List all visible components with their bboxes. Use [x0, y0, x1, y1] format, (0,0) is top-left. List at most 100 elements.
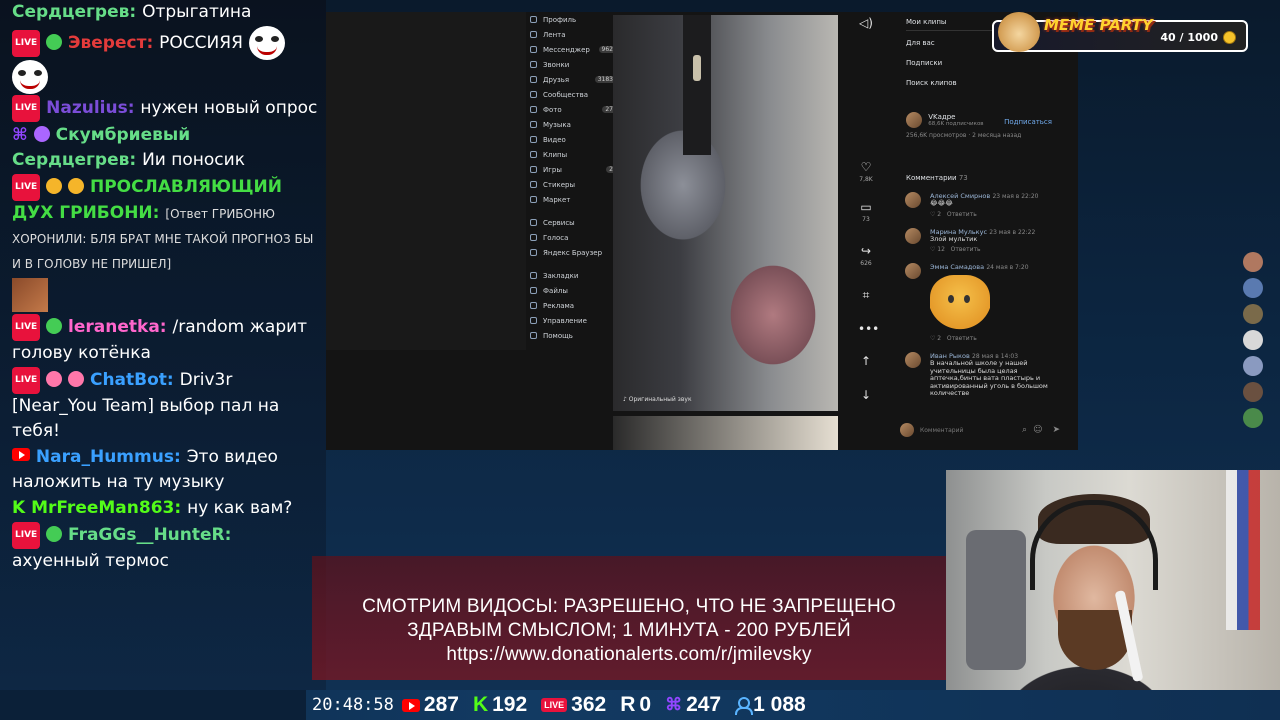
vk-menu-item[interactable]: Профиль — [530, 12, 618, 27]
viewer-avatar[interactable] — [1243, 278, 1263, 298]
doge-icon — [998, 12, 1040, 52]
vk-menu-item[interactable]: Фото 27 — [530, 102, 618, 117]
vk-menu-item[interactable]: Звонки — [530, 57, 618, 72]
vk-menu-item[interactable]: Мессенджер 962 — [530, 42, 618, 57]
comment: Эмма Самадова 24 мая в 7:20 ♡ 2 Ответить — [896, 263, 1066, 342]
emote-icon — [68, 371, 85, 387]
reply-button[interactable]: Ответить — [947, 211, 977, 218]
dislike-icon[interactable]: ⌗ — [858, 288, 874, 303]
vk-menu-item[interactable]: Музыка — [530, 117, 618, 132]
chat-text: Отрыгатина — [142, 2, 252, 22]
chat-text: нужен новый опрос — [140, 98, 318, 118]
clip-right-panel: Мои клипы Для вас Подписки Поиск клипов VKа… — [896, 12, 1066, 450]
vk-menu-item[interactable]: Голоса — [530, 230, 618, 245]
comment-icon[interactable]: ▭ 73 — [858, 200, 874, 223]
chat-username[interactable]: Эверест: — [68, 33, 153, 53]
viewer-avatar[interactable] — [1243, 330, 1263, 350]
chat-username[interactable]: FraGGs__HunteR: — [68, 525, 231, 545]
vk-menu-item[interactable]: Помощь — [530, 328, 618, 343]
vk-menu-item[interactable]: Стикеры — [530, 177, 618, 192]
vk-menu-label: Профиль — [543, 15, 577, 24]
meme-party-count: 40 / 1000 — [1160, 31, 1218, 44]
share-glyph: ↪ — [860, 244, 872, 258]
chat-username[interactable]: leranetka: — [68, 317, 167, 337]
comment-likes[interactable]: 2 — [937, 335, 941, 342]
vk-menu-item[interactable]: Реклама — [530, 298, 618, 313]
comment-likes[interactable]: 12 — [937, 246, 945, 253]
menu-item-icon — [530, 272, 537, 279]
arrow-down-icon[interactable]: ↓ — [858, 388, 874, 402]
channel-subs: 68,6K подписчиков — [928, 121, 984, 127]
emoji-icon[interactable]: ☺ — [1033, 425, 1042, 435]
vk-menu-label: Фото — [543, 105, 562, 114]
menu-item-icon — [530, 151, 537, 158]
more-icon[interactable]: ••• — [858, 322, 879, 336]
menu-item-icon — [530, 234, 537, 241]
kick-badge-icon: K — [12, 498, 26, 518]
clips-nav-link[interactable]: Подписки — [896, 53, 1066, 73]
vk-menu-label: Файлы — [543, 286, 568, 295]
like-count: 7,8K — [859, 176, 873, 183]
vk-menu-item[interactable]: Друзья 3183 — [530, 72, 618, 87]
stream-stats-bar: 20:48:58 287 K 192 LIVE 362 R0 ⌘ 247 1 088 — [0, 690, 1280, 720]
vk-menu-label: Видео — [543, 135, 566, 144]
vk-menu-item[interactable]: Маркет — [530, 192, 618, 207]
comment-input[interactable]: Комментарий — [920, 427, 1022, 434]
clip-video[interactable]: ♪ Оригинальный звук — [613, 15, 838, 411]
chat-message: LIVE FraGGs__HunteR: ахуенный термос — [12, 522, 320, 574]
send-icon[interactable]: ➤ — [1052, 425, 1060, 435]
chat-username[interactable]: MrFreeMan863: — [31, 498, 181, 518]
vk-menu-item[interactable]: Лента — [530, 27, 618, 42]
comment-avatar[interactable] — [905, 192, 921, 208]
channel-avatar[interactable] — [906, 112, 922, 128]
chat-username[interactable]: Nazulius: — [46, 98, 134, 118]
subscribe-button[interactable]: Подписаться — [1004, 118, 1052, 126]
share-icon[interactable]: ↪ 626 — [858, 244, 874, 267]
viewer-avatar[interactable] — [1243, 304, 1263, 324]
comment: Иван Рыков 28 мая в 14:03 В начальной шко… — [896, 352, 1066, 398]
kick-icon: K — [472, 693, 489, 716]
viewer-avatar[interactable] — [1243, 382, 1263, 402]
vk-menu-item[interactable]: Видео — [530, 132, 618, 147]
comment-time: 24 мая в 7:20 — [986, 264, 1029, 271]
arrow-up-icon[interactable]: ↑ — [858, 354, 874, 368]
vk-menu-item[interactable]: Сервисы — [530, 215, 618, 230]
channel-name[interactable]: VKадре — [928, 113, 983, 121]
menu-item-icon — [530, 181, 537, 188]
vk-menu-item[interactable]: Закладки — [530, 268, 618, 283]
chat-username[interactable]: Сердцегрев: — [12, 2, 136, 22]
vk-menu-item[interactable]: Файлы — [530, 283, 618, 298]
comment-author[interactable]: Эмма Самадова — [930, 263, 984, 271]
comment-avatar[interactable] — [905, 227, 921, 244]
banner-link[interactable]: https://www.donationalerts.com/r/jmilevs… — [312, 644, 946, 666]
viewer-avatar[interactable] — [1243, 408, 1263, 428]
attach-icon[interactable]: ⌕ — [1022, 425, 1027, 435]
vk-menu-item[interactable]: Управление — [530, 313, 618, 328]
vk-menu-label: Сервисы — [543, 218, 575, 227]
clown-emote-icon — [12, 60, 48, 94]
comment-likes[interactable]: 2 — [937, 211, 941, 218]
viewer-avatar[interactable] — [1243, 252, 1263, 272]
vk-menu-item[interactable]: Игры 2 — [530, 162, 618, 177]
vk-menu-label: Клипы — [543, 150, 568, 159]
menu-item-icon — [530, 287, 537, 294]
reply-button[interactable]: Ответить — [947, 335, 977, 342]
comment-avatar[interactable] — [905, 352, 921, 368]
vk-menu-item[interactable]: Яндекс Браузер — [530, 245, 618, 260]
vk-menu-label: Стикеры — [543, 180, 576, 189]
comment-avatar[interactable] — [905, 263, 921, 279]
next-clip-preview[interactable] — [613, 416, 838, 450]
like-icon[interactable]: ♡ 7,8K — [858, 160, 874, 183]
webcam-feed — [946, 470, 1280, 720]
vk-menu-item[interactable]: Сообщества — [530, 87, 618, 102]
vk-menu-item[interactable]: Клипы — [530, 147, 618, 162]
chat-text: ну как вам? — [187, 498, 293, 518]
reply-button[interactable]: Ответить — [951, 246, 981, 253]
clips-nav-link[interactable]: Поиск клипов — [896, 73, 1066, 93]
menu-item-icon — [530, 121, 537, 128]
chat-username[interactable]: Nara_Hummus: — [36, 447, 181, 467]
banner-line-1: СМОТРИМ ВИДОСЫ: РАЗРЕШЕНО, ЧТО НЕ ЗАПРЕЩ… — [362, 596, 896, 617]
mute-icon[interactable]: ◁) — [858, 16, 874, 30]
chat-username[interactable]: ChatBot: — [90, 370, 174, 390]
viewer-avatar[interactable] — [1243, 356, 1263, 376]
